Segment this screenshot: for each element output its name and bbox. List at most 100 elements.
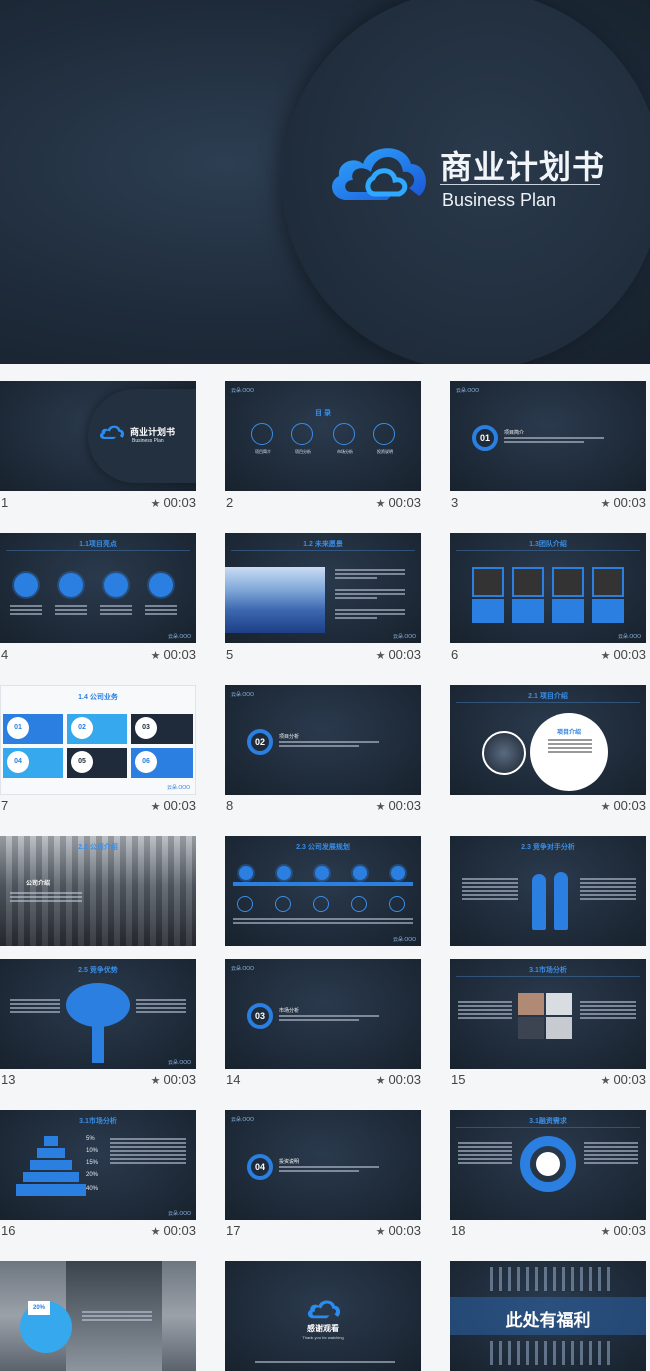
slide-duration: ★ 00:03 xyxy=(150,798,196,813)
slide-thumbnail-16[interactable]: 3.1市场分析 5% 10% 15% 20% 40% 云朵.OOO xyxy=(0,1110,196,1220)
funding-center-icon xyxy=(536,1152,560,1176)
cloud-icon xyxy=(251,423,273,445)
slide-thumbnail-10[interactable]: 2.2 公司介绍 公司介绍 xyxy=(0,836,196,946)
slide-number: 17 xyxy=(226,1223,241,1238)
mini-brand: 云朵.OOO xyxy=(231,966,255,972)
mini-brand: 云朵.OOO xyxy=(231,388,255,394)
body-text xyxy=(100,605,132,617)
mini-brand: 云朵.OOO xyxy=(168,1211,192,1217)
slide-thumbnail-2[interactable]: 云朵.OOO 目 录 项目简介 项目分析 市场分析 投资说明 xyxy=(225,381,421,491)
slide-thumbnail-21[interactable]: 此处有福利 xyxy=(450,1261,646,1371)
slide-thumbnail-1[interactable]: 商业计划书 Business Plan xyxy=(0,381,196,491)
contact-bar xyxy=(255,1361,395,1365)
star-icon: ★ xyxy=(600,801,611,813)
body-text xyxy=(584,1142,638,1166)
title-divider xyxy=(456,976,640,977)
star-icon: ★ xyxy=(150,801,161,813)
star-icon: ★ xyxy=(150,1075,161,1087)
market-photo xyxy=(518,993,544,1015)
slide-title: 2.2 公司介绍 xyxy=(78,844,118,851)
slide-thumbnail-12[interactable]: 2.3 竞争对手分析 xyxy=(450,836,646,946)
slide-thumbnail-19[interactable]: 20% xyxy=(0,1261,196,1371)
body-text xyxy=(335,609,405,621)
user-icon xyxy=(59,573,83,597)
slide-thumbnail-9[interactable]: 2.1 项目介绍 项目介绍 xyxy=(450,685,646,795)
slide-duration: ★ 00:03 xyxy=(600,1223,646,1238)
slide-thumbnail-17[interactable]: 云朵.OOO 04 投资说明 xyxy=(225,1110,421,1220)
timeline-node xyxy=(315,866,329,880)
slide-thumbnail-5[interactable]: 1.2 未来愿景 云朵.OOO xyxy=(225,533,421,643)
slide-thumbnail-14[interactable]: 云朵.OOO 03 市场分析 xyxy=(225,959,421,1069)
section-badge: 01 xyxy=(472,425,498,451)
team-photo xyxy=(592,567,624,597)
slide-thumbnail-6[interactable]: 1.3团队介绍 云朵.OOO xyxy=(450,533,646,643)
business-cell: 03 xyxy=(131,714,193,744)
slide-thumbnail-11[interactable]: 2.3 公司发展规划 云朵.OOO xyxy=(225,836,421,946)
section-badge: 02 xyxy=(247,729,273,755)
slide-title: 3.1市场分析 xyxy=(529,967,567,974)
slide-thumbnail-3[interactable]: 云朵.OOO 01 项目简介 xyxy=(450,381,646,491)
mini-brand: 云朵.OOO xyxy=(168,634,192,640)
slide-thumbnail-7[interactable]: 1.4 公司业务 01 02 03 04 05 06 云朵.OOO xyxy=(0,685,196,795)
slide-title: 3.1融资需求 xyxy=(529,1118,567,1125)
pyramid-value: 15% xyxy=(86,1160,99,1166)
hero-subtitle: Business Plan xyxy=(442,190,557,210)
slide-number: 5 xyxy=(226,647,234,662)
mountain-photo xyxy=(225,567,325,633)
slide-thumbnail-8[interactable]: 云朵.OOO 02 项目分析 xyxy=(225,685,421,795)
mini-brand: 云朵.OOO xyxy=(231,692,255,698)
star-icon: ★ xyxy=(375,1075,386,1087)
star-icon: ★ xyxy=(600,650,611,662)
slide-duration: ★ 00:03 xyxy=(150,1072,196,1087)
book-icon xyxy=(104,573,128,597)
title-divider xyxy=(231,550,415,551)
slide-thumbnail-20[interactable]: 感谢观看 Thank you for watching xyxy=(225,1261,421,1371)
body-text xyxy=(462,878,518,902)
timeline-bar xyxy=(233,882,413,886)
slide-number: 15 xyxy=(451,1072,466,1087)
business-cell: 02 xyxy=(67,714,127,744)
cloud-logo-icon xyxy=(332,148,426,200)
pyramid-level xyxy=(16,1184,86,1196)
slide-thumbnail-4[interactable]: 1.1项目亮点 云朵.OOO xyxy=(0,533,196,643)
mini-brand: 云朵.OOO xyxy=(393,937,417,943)
cloud-logo-icon xyxy=(307,1300,341,1319)
slide-title: 此处有福利 xyxy=(505,1311,591,1331)
slide-title: 2.5 竞争优势 xyxy=(78,967,118,974)
body-text xyxy=(55,605,87,617)
slide-thumbnail-15[interactable]: 3.1市场分析 xyxy=(450,959,646,1069)
title-divider xyxy=(456,550,640,551)
chart-icon xyxy=(333,423,355,445)
hero-cover-slide[interactable]: 商业计划书 Business Plan xyxy=(0,0,650,364)
team-card xyxy=(472,599,504,623)
slide-duration: ★ 00:03 xyxy=(150,495,196,510)
overlay-label: 公司介绍 xyxy=(26,881,51,887)
mini-brand: 云朵.OOO xyxy=(231,1117,255,1123)
timeline-node xyxy=(277,866,291,880)
slide-thumbnail-18[interactable]: 3.1融资需求 xyxy=(450,1110,646,1220)
pyramid-value: 5% xyxy=(86,1136,95,1142)
body-text xyxy=(279,741,379,749)
timeline-node xyxy=(391,866,405,880)
pyramid-level xyxy=(44,1136,58,1146)
mini-brand: 云朵.OOO xyxy=(393,634,417,640)
body-text xyxy=(10,605,42,617)
slide-title: 1.1项目亮点 xyxy=(79,541,117,548)
slide-title: 1.4 公司业务 xyxy=(78,694,118,701)
hero-title: 商业计划书 xyxy=(440,148,606,186)
market-photo xyxy=(518,1017,544,1039)
slide-thumbnail-13[interactable]: 2.5 竞争优势 云朵.OOO xyxy=(0,959,196,1069)
slide-number: 16 xyxy=(1,1223,16,1238)
team-photo xyxy=(512,567,544,597)
slide-duration: ★ 00:03 xyxy=(375,798,421,813)
market-photo xyxy=(546,1017,572,1039)
slide-number: 4 xyxy=(1,647,9,662)
slide-number: 14 xyxy=(226,1072,241,1087)
slide-subtitle: Business Plan xyxy=(132,438,164,444)
section-label: 投资说明 xyxy=(279,1159,300,1165)
person-silhouette xyxy=(554,872,568,930)
body-text xyxy=(458,1142,512,1166)
mini-brand: 云朵.OOO xyxy=(618,634,642,640)
toc-item: 投资说明 xyxy=(377,449,393,454)
title-divider xyxy=(456,1127,640,1128)
